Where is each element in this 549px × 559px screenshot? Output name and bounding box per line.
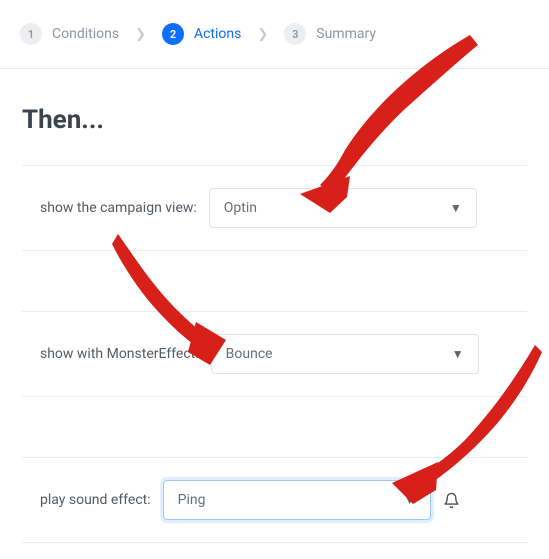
page-title: Then... bbox=[22, 105, 527, 135]
step-summary[interactable]: 3 Summary bbox=[284, 23, 376, 45]
monster-effect-select[interactable]: Bounce ▼ bbox=[211, 334, 479, 374]
step-number-badge: 3 bbox=[284, 23, 306, 45]
stepper: 1 Conditions ❯ 2 Actions ❯ 3 Summary bbox=[0, 0, 549, 68]
select-value: Ping bbox=[178, 492, 206, 508]
step-number-badge: 2 bbox=[162, 23, 184, 45]
actions-panel: Then... show the campaign view: Optin ▼ … bbox=[0, 68, 549, 543]
row-label: play sound effect: bbox=[40, 492, 151, 508]
action-row-campaign-view: show the campaign view: Optin ▼ bbox=[22, 165, 527, 251]
chevron-right-icon: ❯ bbox=[135, 27, 146, 42]
step-conditions[interactable]: 1 Conditions bbox=[20, 23, 119, 45]
select-value: Optin bbox=[224, 200, 257, 216]
row-label: show the campaign view: bbox=[40, 200, 197, 216]
chevron-down-icon: ▼ bbox=[450, 201, 462, 215]
campaign-view-select[interactable]: Optin ▼ bbox=[209, 188, 477, 228]
action-row-monster-effect: show with MonsterEffect: Bounce ▼ bbox=[22, 311, 527, 397]
step-actions[interactable]: 2 Actions bbox=[162, 23, 241, 45]
row-label: show with MonsterEffect: bbox=[40, 346, 199, 362]
action-row-sound-effect: play sound effect: Ping ▼ bbox=[22, 457, 527, 543]
chevron-right-icon: ❯ bbox=[257, 27, 268, 42]
select-value: Bounce bbox=[226, 346, 273, 362]
step-label: Actions bbox=[194, 26, 241, 42]
step-label: Conditions bbox=[52, 26, 119, 42]
step-label: Summary bbox=[316, 26, 376, 42]
chevron-down-icon: ▼ bbox=[452, 347, 464, 361]
bell-icon[interactable] bbox=[443, 491, 461, 509]
sound-effect-select[interactable]: Ping ▼ bbox=[163, 480, 431, 520]
chevron-down-icon: ▼ bbox=[404, 493, 416, 507]
step-number-badge: 1 bbox=[20, 23, 42, 45]
